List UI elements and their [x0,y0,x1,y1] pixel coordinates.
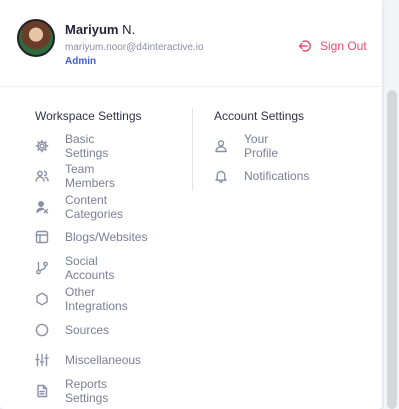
menu-item-label: Sources [65,323,110,337]
user-icon [214,139,228,153]
menu-item-label: Social Accounts [65,254,115,282]
user-name: Mariyum N. [65,22,135,37]
menu-item-team-members[interactable]: Team Members [35,162,115,190]
menu-item-label: Notifications [244,169,310,183]
git-branch-icon [35,261,49,275]
menu-item-content-categories[interactable]: Content Categories [35,193,123,221]
menu-item-label: Basic Settings [65,132,109,160]
workspace-settings-title: Workspace Settings [35,109,142,123]
users-icon [35,169,49,183]
menu-item-label: Other Integrations [65,285,128,313]
avatar[interactable] [17,19,55,57]
document-icon [35,384,49,398]
user-email: mariyum.noor@d4interactive.io [65,42,204,53]
menu-item-label: Content Categories [65,193,124,221]
category-person-icon [35,200,49,214]
menu-item-label: Your Profile [244,132,279,160]
menu-item-basic-settings[interactable]: Basic Settings [35,132,108,160]
menu-item-social-accounts[interactable]: Social Accounts [35,254,114,282]
hexagon-icon [35,292,49,306]
sign-out-label: Sign Out [320,39,367,53]
profile-header: Mariyum N. mariyum.noor@d4interactive.io… [0,0,382,87]
column-divider [192,108,193,191]
account-settings-title: Account Settings [214,109,305,123]
sign-out-button[interactable]: Sign Out [298,38,367,54]
user-last-initial: N. [122,22,136,37]
menu-item-notifications[interactable]: Notifications [214,166,309,186]
menu-item-blogs-websites[interactable]: Blogs/Websites [35,227,147,247]
gear-icon [35,139,49,153]
menu-item-label: Miscellaneous [65,353,142,367]
menu-item-sources[interactable]: Sources [35,320,109,340]
menu-item-other-integrations[interactable]: Other Integrations [35,285,128,313]
sign-out-icon [298,40,311,52]
circle-icon [35,323,49,337]
user-role-badge: Admin [65,56,97,67]
profile-dropdown: Mariyum N. mariyum.noor@d4interactive.io… [0,0,382,409]
menu-item-miscellaneous[interactable]: Miscellaneous [35,350,141,370]
menu-item-reports-settings[interactable]: Reports Settings [35,377,108,405]
sliders-icon [35,353,49,367]
bell-icon [214,169,228,183]
menu-item-label: Reports Settings [65,377,109,405]
scrollbar-thumb[interactable] [387,90,397,409]
menu-item-label: Team Members [65,162,116,190]
menu-item-label: Blogs/Websites [65,230,148,244]
layout-icon [35,230,49,244]
menu-item-your-profile[interactable]: Your Profile [214,132,278,160]
user-first-name: Mariyum [65,22,119,37]
